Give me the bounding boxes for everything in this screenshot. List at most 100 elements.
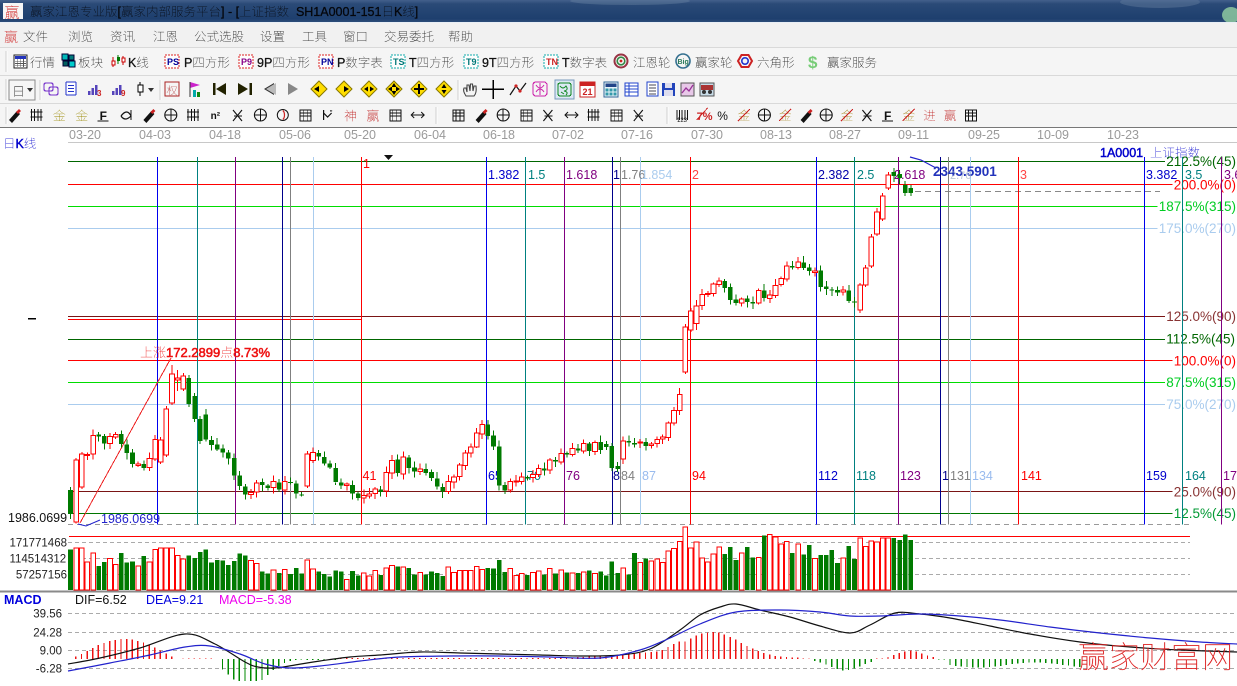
svg-text:164: 164 <box>1185 469 1206 483</box>
svg-text:87.5%(315): 87.5%(315) <box>1166 375 1236 390</box>
svg-text:09-11: 09-11 <box>898 128 929 142</box>
svg-text:06-04: 06-04 <box>414 128 446 142</box>
svg-text:05-06: 05-06 <box>279 128 311 142</box>
svg-text:": " <box>330 109 333 118</box>
svg-text:175.0%(270): 175.0%(270) <box>1159 221 1236 236</box>
svg-text:9.00: 9.00 <box>40 646 62 658</box>
svg-text:1: 1 <box>942 469 949 483</box>
svg-text:8: 8 <box>613 469 620 483</box>
svg-text:PN: PN <box>321 57 334 67</box>
svg-text:-6.28: -6.28 <box>36 664 62 676</box>
svg-text:12.5%(45): 12.5%(45) <box>1174 506 1236 521</box>
svg-text:39.56: 39.56 <box>33 609 62 621</box>
svg-text:04-03: 04-03 <box>139 128 171 142</box>
svg-text:DIF=6.52: DIF=6.52 <box>75 593 127 607</box>
svg-text:9T: 9T <box>482 56 497 70</box>
svg-text:1.854: 1.854 <box>641 168 672 182</box>
svg-text:n²: n² <box>211 111 221 122</box>
svg-text:112: 112 <box>818 469 838 483</box>
svg-text:76: 76 <box>566 469 580 483</box>
svg-text:94: 94 <box>692 469 706 483</box>
svg-text:84: 84 <box>621 469 635 483</box>
svg-text:%: % <box>717 109 728 123</box>
svg-text:K: K <box>128 56 137 70</box>
svg-text:SH1A0001-151: SH1A0001-151 <box>289 5 381 19</box>
svg-text:125.0%(90): 125.0%(90) <box>1166 309 1236 324</box>
svg-text:3.5: 3.5 <box>1185 168 1202 182</box>
svg-text:21: 21 <box>583 87 593 97</box>
svg-text:2.382: 2.382 <box>818 168 849 182</box>
svg-text:187.5%(315): 187.5%(315) <box>1159 199 1236 214</box>
svg-text:P: P <box>184 56 192 70</box>
svg-text:TN: TN <box>546 57 558 67</box>
svg-text:PS: PS <box>167 57 179 67</box>
svg-text:114514312: 114514312 <box>9 554 66 566</box>
svg-text:1A0001: 1A0001 <box>1100 146 1150 160</box>
svg-text:T9: T9 <box>466 57 477 67</box>
svg-text:K: K <box>394 5 403 19</box>
svg-text:05-20: 05-20 <box>344 128 376 142</box>
svg-text:06-18: 06-18 <box>483 128 515 142</box>
svg-text:1.382: 1.382 <box>488 168 519 182</box>
svg-text:112.5%(45): 112.5%(45) <box>1166 332 1235 347</box>
svg-text:141: 141 <box>1021 469 1042 483</box>
svg-text:123: 123 <box>677 118 688 124</box>
svg-text:170: 170 <box>1223 469 1237 483</box>
svg-text:2: 2 <box>692 168 699 182</box>
svg-text:24.28: 24.28 <box>33 627 62 639</box>
svg-text:57257156: 57257156 <box>16 569 67 581</box>
svg-text:K: K <box>16 137 25 151</box>
svg-text:07-02: 07-02 <box>552 128 584 142</box>
svg-text:1986.0699: 1986.0699 <box>101 512 160 526</box>
svg-text:T: T <box>562 56 570 70</box>
svg-text:[: [ <box>118 5 122 19</box>
svg-text:100.0%(0): 100.0%(0) <box>1174 353 1236 368</box>
svg-text:10-23: 10-23 <box>1107 128 1139 142</box>
svg-text:3.382: 3.382 <box>1146 168 1177 182</box>
svg-text:2.76: 2.76 <box>950 170 971 182</box>
svg-text:07-16: 07-16 <box>621 128 653 142</box>
svg-text:08-27: 08-27 <box>829 128 861 142</box>
svg-text:134: 134 <box>972 469 993 483</box>
svg-text:172.2899: 172.2899 <box>166 345 220 360</box>
svg-text:10-09: 10-09 <box>1037 128 1069 142</box>
svg-text:04-18: 04-18 <box>209 128 241 142</box>
svg-text:9P: 9P <box>257 56 272 70</box>
svg-text:$: $ <box>808 53 818 72</box>
svg-text:07-30: 07-30 <box>691 128 723 142</box>
svg-text:MACD: MACD <box>4 593 42 607</box>
svg-text:3.6: 3.6 <box>1224 168 1237 182</box>
svg-text:8.73%: 8.73% <box>233 345 270 360</box>
svg-text:123: 123 <box>900 469 921 483</box>
svg-text:171771468: 171771468 <box>9 538 67 550</box>
svg-text:09-25: 09-25 <box>968 128 1000 142</box>
svg-text:159: 159 <box>1146 469 1167 483</box>
svg-text:]: ] <box>415 5 418 19</box>
svg-text:1: 1 <box>613 168 620 182</box>
svg-text:3: 3 <box>97 89 102 98</box>
svg-text:3: 3 <box>1020 168 1027 182</box>
svg-text:131: 131 <box>950 469 971 483</box>
svg-text:TS: TS <box>393 57 405 67</box>
svg-text:25.0%(90): 25.0%(90) <box>1174 484 1236 499</box>
svg-text:75.0%(270): 75.0%(270) <box>1166 397 1236 412</box>
svg-text:1.5: 1.5 <box>528 168 545 182</box>
svg-text:87: 87 <box>642 469 656 483</box>
svg-text:212.5%(45): 212.5%(45) <box>1166 154 1236 169</box>
svg-text:9: 9 <box>121 89 126 98</box>
svg-text:T: T <box>409 56 417 70</box>
svg-text:1: 1 <box>363 157 370 171</box>
svg-text:Big: Big <box>678 59 689 66</box>
svg-text:] - [: ] - [ <box>221 5 240 19</box>
svg-text:41: 41 <box>363 469 377 483</box>
svg-text:DEA=9.21: DEA=9.21 <box>146 593 203 607</box>
svg-text:2.5: 2.5 <box>857 168 874 182</box>
svg-text:03-20: 03-20 <box>69 128 101 142</box>
svg-text:1986.0699: 1986.0699 <box>8 511 67 525</box>
svg-text:P: P <box>337 56 345 70</box>
svg-text:P9: P9 <box>241 57 252 67</box>
svg-text:118: 118 <box>856 469 876 483</box>
svg-text:08-13: 08-13 <box>760 128 792 142</box>
svg-text:1.618: 1.618 <box>566 168 597 182</box>
svg-text:MACD=-5.38: MACD=-5.38 <box>219 593 292 607</box>
